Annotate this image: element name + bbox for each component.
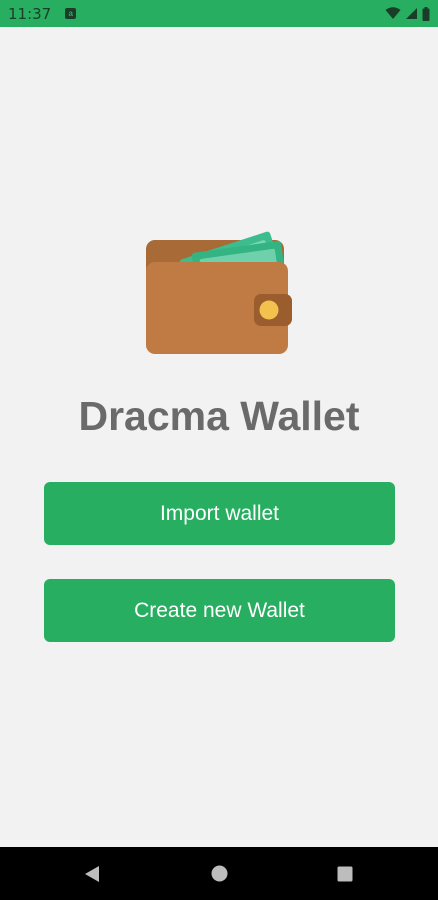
wifi-icon	[385, 7, 401, 19]
status-icons	[385, 6, 430, 21]
notification-icon: a	[65, 8, 77, 19]
signal-icon	[406, 8, 417, 19]
back-icon	[85, 865, 99, 882]
home-button[interactable]	[189, 847, 249, 900]
import-wallet-button[interactable]: Import wallet	[44, 482, 395, 545]
app-title: Dracma Wallet	[78, 393, 360, 439]
main-content: Dracma Wallet Import wallet Create new W…	[0, 27, 438, 847]
wallet-icon	[146, 231, 292, 354]
recents-button[interactable]	[315, 847, 375, 900]
battery-icon	[422, 6, 430, 21]
status-time: 11:37	[8, 4, 52, 23]
back-button[interactable]	[62, 847, 122, 900]
recents-icon	[337, 866, 353, 881]
create-wallet-button[interactable]: Create new Wallet	[44, 579, 395, 642]
status-bar: 11:37 a	[0, 0, 438, 27]
navigation-bar	[0, 847, 438, 900]
home-icon	[211, 865, 227, 882]
